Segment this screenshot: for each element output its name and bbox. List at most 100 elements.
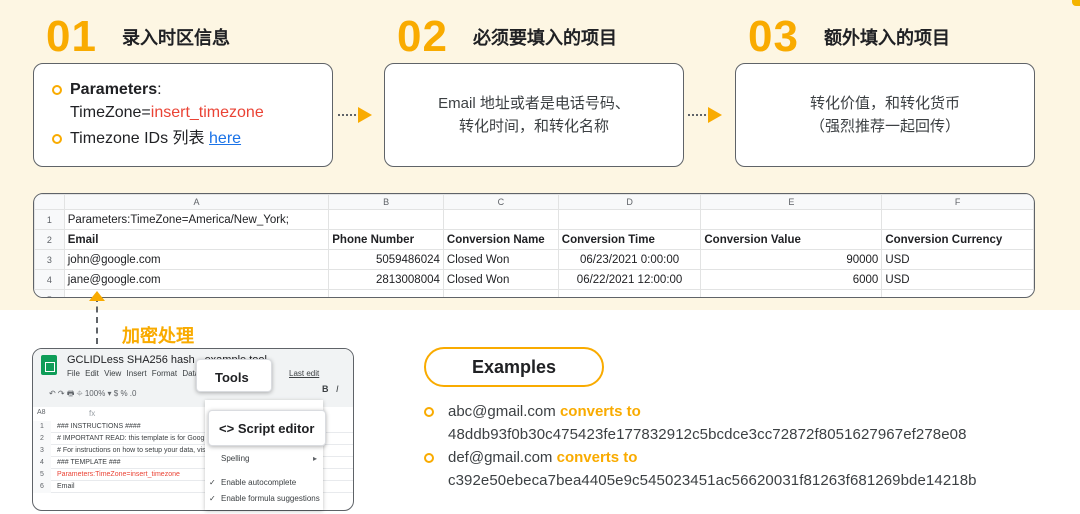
row-number[interactable]: 3	[34, 249, 65, 270]
row-number[interactable]: 5	[34, 289, 65, 297]
table-cell[interactable]: 06/23/2021 0:00:00	[557, 249, 702, 270]
table-cell[interactable]	[881, 209, 1034, 230]
column-header[interactable]: B	[328, 194, 444, 210]
table-cell[interactable]: jane@google.com	[63, 269, 330, 290]
arrow-connector-1	[338, 105, 378, 125]
required-line-2: 转化时间，和转化名称	[458, 118, 609, 135]
sheets-toolbar[interactable]: ↶ ↷ 🖶 ⌖ 100% ▾ $ % .0	[49, 388, 136, 402]
sheets-menu-bar[interactable]: File Edit View Insert Format Data	[67, 369, 199, 378]
bullet-icon	[52, 85, 62, 95]
column-header[interactable]: F	[881, 194, 1034, 210]
cell-reference: A8	[37, 409, 46, 416]
step-3-number: 03	[748, 12, 799, 61]
table-cell[interactable]: Closed Won	[442, 249, 559, 270]
column-header[interactable]: C	[442, 194, 559, 210]
required-fields-card: Email 地址或者是电话号码、 转化时间，和转化名称	[384, 63, 684, 167]
script-editor-label: Script editor	[237, 421, 315, 436]
table-row: 1 Parameters:TimeZone=America/New_York;	[34, 209, 1034, 230]
table-cell[interactable]: Email	[63, 229, 330, 250]
bold-button[interactable]: B	[322, 384, 329, 394]
table-cell[interactable]	[881, 289, 1034, 297]
dashed-connector	[96, 296, 98, 344]
converts-label: converts to	[559, 403, 641, 420]
table-cell[interactable]: USD	[881, 269, 1034, 290]
extra-fields-card: 转化价值，和转化货币 （强烈推荐一起回传）	[735, 63, 1035, 167]
column-header[interactable]: A	[63, 194, 330, 210]
table-cell[interactable]: Phone Number	[328, 229, 444, 250]
row-number[interactable]: 4	[34, 269, 65, 290]
tools-menu-callout[interactable]: Tools	[196, 359, 272, 392]
encrypt-label: 加密处理	[122, 326, 194, 346]
table-cell[interactable]	[442, 209, 559, 230]
table-cell[interactable]	[328, 209, 444, 230]
step-2-title: 必须要填入的项目	[473, 28, 617, 48]
menu-item-autocomplete[interactable]: Enable autocomplete	[221, 478, 296, 487]
row-number[interactable]: 1	[34, 209, 65, 230]
formula-icon: fx	[89, 409, 96, 418]
table-cell[interactable]: Conversion Time	[557, 229, 702, 250]
timezone-prefix: TimeZone=	[70, 104, 151, 121]
italic-button[interactable]: I	[336, 384, 339, 394]
table-cell[interactable]: Closed Won	[442, 269, 559, 290]
table-cell[interactable]: 90000	[700, 249, 883, 270]
parameters-item: Parameters: TimeZone=insert_timezone	[52, 78, 332, 124]
submenu-arrow-icon: ▸	[312, 454, 317, 463]
table-row: 5	[34, 289, 1034, 297]
code-icon: <>	[219, 421, 235, 436]
required-line-1: Email 地址或者是电话号码、	[438, 95, 630, 112]
timezone-value: insert_timezone	[150, 104, 264, 121]
table-cell[interactable]: Conversion Value	[700, 229, 883, 250]
arrow-connector-2	[688, 105, 728, 125]
sheets-logo-icon	[41, 355, 57, 375]
table-row: 3 john@google.com 5059486024 Closed Won …	[34, 249, 1034, 270]
table-cell[interactable]	[557, 209, 702, 230]
table-cell[interactable]	[700, 289, 883, 297]
table-cell[interactable]: 5059486024	[328, 249, 444, 270]
script-editor-callout[interactable]: <> Script editor	[208, 410, 326, 446]
spreadsheet: A B C D E F 1 Parameters:TimeZone=Americ…	[33, 193, 1035, 298]
column-header-row: A B C D E F	[34, 194, 1034, 210]
table-row: 2 Email Phone Number Conversion Name Con…	[34, 229, 1034, 250]
table-cell[interactable]: 2813008004	[328, 269, 444, 290]
step-1-number: 01	[46, 12, 97, 61]
example-email: abc@gmail.com	[448, 403, 556, 420]
up-arrow-icon	[89, 291, 105, 301]
menu-item-formula-suggestions[interactable]: Enable formula suggestions	[221, 494, 320, 503]
column-header[interactable]: D	[557, 194, 702, 210]
last-edit-link[interactable]: Last edit	[289, 369, 319, 378]
table-cell[interactable]: Conversion Name	[442, 229, 559, 250]
table-cell[interactable]	[442, 289, 559, 297]
table-cell[interactable]: john@google.com	[63, 249, 330, 270]
example-email: def@gmail.com	[448, 449, 553, 466]
step-1-title: 录入时区信息	[122, 28, 230, 48]
bullet-icon	[424, 453, 434, 463]
menu-item-spelling[interactable]: Spelling	[221, 454, 249, 463]
bullet-icon	[424, 407, 434, 417]
table-cell[interactable]: 06/22/2021 12:00:00	[557, 269, 702, 290]
step-2-number: 02	[397, 12, 448, 61]
table-cell[interactable]: USD	[881, 249, 1034, 270]
timezone-ids-link[interactable]: here	[209, 130, 241, 147]
timezone-card: Parameters: TimeZone=insert_timezone Tim…	[33, 63, 333, 167]
examples-title: Examples	[424, 347, 604, 387]
parameters-colon: :	[157, 81, 162, 98]
table-cell[interactable]	[700, 209, 883, 230]
bullet-icon	[52, 134, 62, 144]
table-cell[interactable]: Conversion Currency	[881, 229, 1034, 250]
timezone-ids-item: Timezone IDs 列表 here	[52, 127, 332, 150]
table-cell[interactable]: Parameters:TimeZone=America/New_York;	[63, 209, 330, 230]
check-icon: ✓	[209, 478, 216, 487]
table-cell[interactable]	[557, 289, 702, 297]
converts-label: converts to	[556, 449, 638, 466]
extra-line-2: （强烈推荐一起回传）	[809, 118, 960, 135]
example-hash: 48ddb93f0b30c475423fe177832912c5bcdce3cc…	[448, 426, 967, 443]
timezone-ids-text: Timezone IDs 列表	[70, 130, 205, 147]
example-hash: c392e50ebeca7bea4405e9c545023451ac566200…	[448, 472, 977, 489]
table-cell[interactable]: 6000	[700, 269, 883, 290]
corner-accent	[1072, 0, 1080, 6]
column-header[interactable]: E	[700, 194, 883, 210]
table-cell[interactable]	[328, 289, 444, 297]
row-number[interactable]: 2	[34, 229, 65, 250]
check-icon: ✓	[209, 494, 216, 503]
extra-line-1: 转化价值，和转化货币	[809, 95, 960, 112]
